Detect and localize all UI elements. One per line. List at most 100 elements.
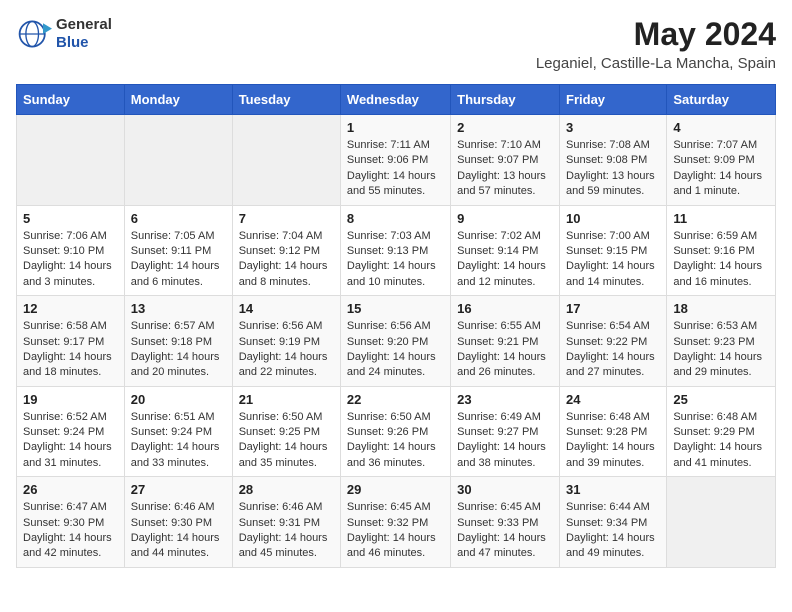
calendar-cell: 6Sunrise: 7:05 AM Sunset: 9:11 PM Daylig… [124, 205, 232, 296]
calendar-cell: 12Sunrise: 6:58 AM Sunset: 9:17 PM Dayli… [17, 296, 125, 387]
col-header-saturday: Saturday [667, 85, 776, 115]
day-info: Sunrise: 6:50 AM Sunset: 9:26 PM Dayligh… [347, 410, 444, 472]
day-info: Sunrise: 6:54 AM Sunset: 9:22 PM Dayligh… [566, 319, 660, 381]
calendar-table: SundayMondayTuesdayWednesdayThursdayFrid… [16, 84, 776, 568]
day-number: 20 [131, 392, 226, 407]
calendar-cell: 7Sunrise: 7:04 AM Sunset: 9:12 PM Daylig… [232, 205, 340, 296]
day-info: Sunrise: 6:52 AM Sunset: 9:24 PM Dayligh… [23, 410, 118, 472]
day-info: Sunrise: 6:48 AM Sunset: 9:28 PM Dayligh… [566, 410, 660, 472]
week-row-2: 5 Sunrise: 7:06 AM Sunset: 9:10 PM Daylig… [17, 205, 776, 296]
day-info: Sunrise: 6:45 AM Sunset: 9:33 PM Dayligh… [457, 500, 553, 562]
day-number: 12 [23, 301, 118, 316]
calendar-cell: 8 Sunrise: 7:03 AM Sunset: 9:13 PM Daylig… [340, 205, 450, 296]
day-number: 7 [239, 211, 334, 226]
day-number: 13 [131, 301, 226, 316]
day-number: 22 [347, 392, 444, 407]
day-info: Sunrise: 6:56 AM Sunset: 9:19 PM Dayligh… [239, 319, 334, 381]
day-number: 11 [673, 211, 769, 226]
day-number: 28 [239, 482, 334, 497]
calendar-cell: 23 Sunrise: 6:49 AM Sunset: 9:27 PM Dayli… [451, 386, 560, 477]
calendar-cell: 17 Sunrise: 6:54 AM Sunset: 9:22 PM Dayli… [560, 296, 667, 387]
day-info: Sunrise: 6:57 AM Sunset: 9:18 PM Dayligh… [131, 319, 226, 381]
calendar-cell: 2Sunrise: 7:10 AM Sunset: 9:07 PM Daylig… [451, 115, 560, 206]
day-info: Sunrise: 7:07 AM Sunset: 9:09 PM Dayligh… [673, 138, 769, 200]
day-number: 24 [566, 392, 660, 407]
calendar-cell: 22 Sunrise: 6:50 AM Sunset: 9:26 PM Dayli… [340, 386, 450, 477]
header-row: SundayMondayTuesdayWednesdayThursdayFrid… [17, 85, 776, 115]
calendar-cell: 24 Sunrise: 6:48 AM Sunset: 9:28 PM Dayli… [560, 386, 667, 477]
day-number: 2 [457, 120, 553, 135]
col-header-sunday: Sunday [17, 85, 125, 115]
logo-line1: General [56, 16, 112, 34]
logo-text: General Blue [56, 16, 112, 52]
day-number: 1 [347, 120, 444, 135]
calendar-cell: 5 Sunrise: 7:06 AM Sunset: 9:10 PM Daylig… [17, 205, 125, 296]
day-info: Sunrise: 7:03 AM Sunset: 9:13 PM Dayligh… [347, 229, 444, 291]
day-info: Sunrise: 7:08 AM Sunset: 9:08 PM Dayligh… [566, 138, 660, 200]
col-header-wednesday: Wednesday [340, 85, 450, 115]
day-number: 17 [566, 301, 660, 316]
calendar-cell: 20 Sunrise: 6:51 AM Sunset: 9:24 PM Dayli… [124, 386, 232, 477]
day-number: 26 [23, 482, 118, 497]
day-number: 8 [347, 211, 444, 226]
day-info: Sunrise: 7:02 AM Sunset: 9:14 PM Dayligh… [457, 229, 553, 291]
day-number: 3 [566, 120, 660, 135]
day-number: 4 [673, 120, 769, 135]
day-info: Sunrise: 6:56 AM Sunset: 9:20 PM Dayligh… [347, 319, 444, 381]
logo-line2: Blue [56, 34, 112, 52]
calendar-cell: 10Sunrise: 7:00 AM Sunset: 9:15 PM Dayli… [560, 205, 667, 296]
main-title: May 2024 [536, 16, 776, 53]
day-info: Sunrise: 6:50 AM Sunset: 9:25 PM Dayligh… [239, 410, 334, 472]
calendar-cell: 9 Sunrise: 7:02 AM Sunset: 9:14 PM Daylig… [451, 205, 560, 296]
calendar-cell: 16 Sunrise: 6:55 AM Sunset: 9:21 PM Dayli… [451, 296, 560, 387]
calendar-cell: 25 Sunrise: 6:48 AM Sunset: 9:29 PM Dayli… [667, 386, 776, 477]
calendar-cell: 31Sunrise: 6:44 AM Sunset: 9:34 PM Dayli… [560, 477, 667, 568]
day-number: 16 [457, 301, 553, 316]
calendar-header: SundayMondayTuesdayWednesdayThursdayFrid… [17, 85, 776, 115]
calendar-body: 1 Sunrise: 7:11 AM Sunset: 9:06 PM Daylig… [17, 115, 776, 568]
day-info: Sunrise: 7:00 AM Sunset: 9:15 PM Dayligh… [566, 229, 660, 291]
day-info: Sunrise: 6:59 AM Sunset: 9:16 PM Dayligh… [673, 229, 769, 291]
day-info: Sunrise: 6:55 AM Sunset: 9:21 PM Dayligh… [457, 319, 553, 381]
calendar-cell: 18Sunrise: 6:53 AM Sunset: 9:23 PM Dayli… [667, 296, 776, 387]
calendar-cell: 27Sunrise: 6:46 AM Sunset: 9:30 PM Dayli… [124, 477, 232, 568]
day-info: Sunrise: 6:49 AM Sunset: 9:27 PM Dayligh… [457, 410, 553, 472]
day-info: Sunrise: 6:51 AM Sunset: 9:24 PM Dayligh… [131, 410, 226, 472]
calendar-cell: 3 Sunrise: 7:08 AM Sunset: 9:08 PM Daylig… [560, 115, 667, 206]
day-info: Sunrise: 6:46 AM Sunset: 9:31 PM Dayligh… [239, 500, 334, 562]
day-info: Sunrise: 6:47 AM Sunset: 9:30 PM Dayligh… [23, 500, 118, 562]
day-info: Sunrise: 7:05 AM Sunset: 9:11 PM Dayligh… [131, 229, 226, 291]
calendar-cell [124, 115, 232, 206]
day-number: 14 [239, 301, 334, 316]
title-block: May 2024 Leganiel, Castille-La Mancha, S… [536, 16, 776, 72]
day-number: 9 [457, 211, 553, 226]
day-info: Sunrise: 6:45 AM Sunset: 9:32 PM Dayligh… [347, 500, 444, 562]
calendar-cell [17, 115, 125, 206]
day-number: 23 [457, 392, 553, 407]
calendar-cell: 28 Sunrise: 6:46 AM Sunset: 9:31 PM Dayli… [232, 477, 340, 568]
calendar-cell: 14 Sunrise: 6:56 AM Sunset: 9:19 PM Dayli… [232, 296, 340, 387]
day-number: 30 [457, 482, 553, 497]
calendar-cell: 1 Sunrise: 7:11 AM Sunset: 9:06 PM Daylig… [340, 115, 450, 206]
day-number: 27 [131, 482, 226, 497]
calendar-cell: 19Sunrise: 6:52 AM Sunset: 9:24 PM Dayli… [17, 386, 125, 477]
calendar-cell: 29 Sunrise: 6:45 AM Sunset: 9:32 PM Dayli… [340, 477, 450, 568]
day-info: Sunrise: 7:11 AM Sunset: 9:06 PM Dayligh… [347, 138, 444, 200]
day-number: 5 [23, 211, 118, 226]
logo: General Blue [16, 16, 112, 52]
calendar-cell: 26 Sunrise: 6:47 AM Sunset: 9:30 PM Dayli… [17, 477, 125, 568]
subtitle: Leganiel, Castille-La Mancha, Spain [536, 55, 776, 72]
calendar-cell: 4 Sunrise: 7:07 AM Sunset: 9:09 PM Daylig… [667, 115, 776, 206]
day-info: Sunrise: 7:06 AM Sunset: 9:10 PM Dayligh… [23, 229, 118, 291]
calendar-cell: 11 Sunrise: 6:59 AM Sunset: 9:16 PM Dayli… [667, 205, 776, 296]
col-header-thursday: Thursday [451, 85, 560, 115]
calendar-cell [667, 477, 776, 568]
day-number: 18 [673, 301, 769, 316]
day-info: Sunrise: 6:48 AM Sunset: 9:29 PM Dayligh… [673, 410, 769, 472]
day-number: 25 [673, 392, 769, 407]
day-number: 15 [347, 301, 444, 316]
page-header: General Blue May 2024 Leganiel, Castille… [16, 16, 776, 72]
calendar-cell: 30 Sunrise: 6:45 AM Sunset: 9:33 PM Dayli… [451, 477, 560, 568]
day-number: 29 [347, 482, 444, 497]
calendar-cell: 21Sunrise: 6:50 AM Sunset: 9:25 PM Dayli… [232, 386, 340, 477]
